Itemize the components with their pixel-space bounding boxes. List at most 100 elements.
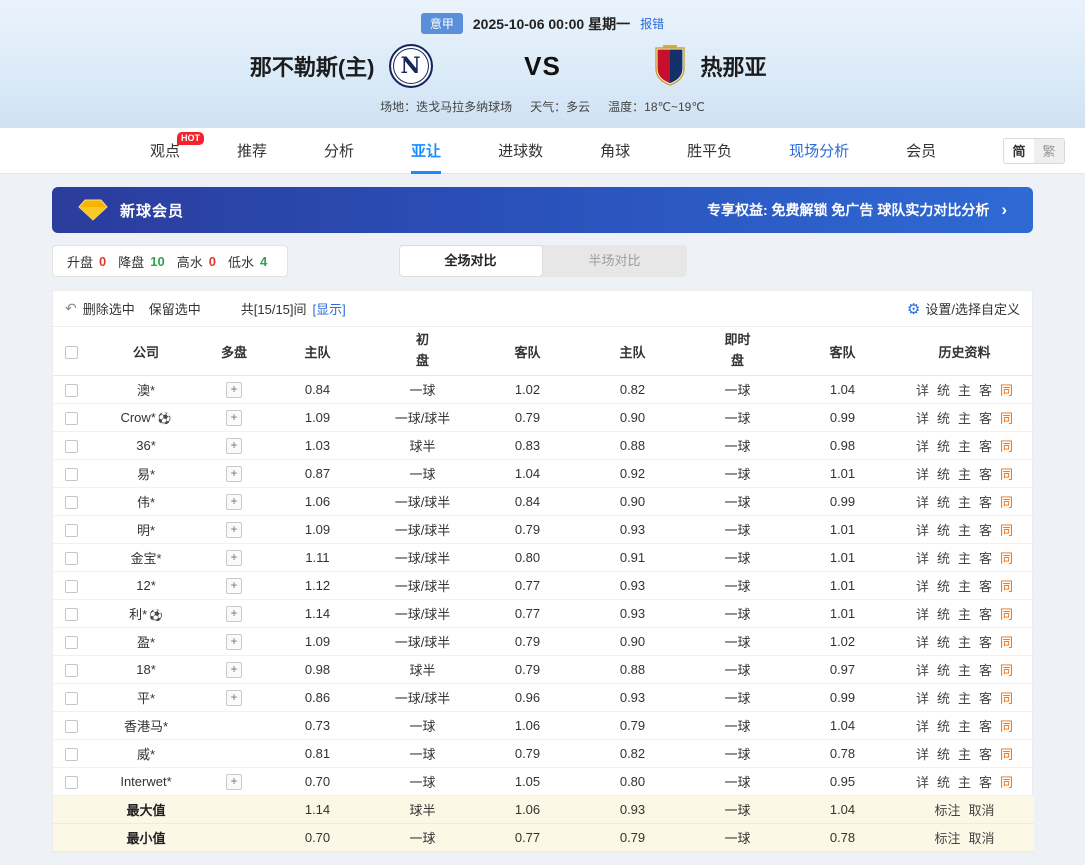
history-link-5[interactable]: 同 bbox=[1000, 579, 1013, 594]
company-cell[interactable]: 平* bbox=[89, 683, 203, 712]
keep-selected-button[interactable]: 保留选中 bbox=[149, 299, 201, 318]
history-link-5[interactable]: 同 bbox=[1000, 607, 1013, 622]
nav-item-asian-handicap[interactable]: 亚让 bbox=[411, 128, 442, 174]
row-checkbox[interactable] bbox=[64, 440, 78, 454]
lang-traditional-button[interactable]: 繁 bbox=[1034, 138, 1064, 163]
report-error-link[interactable]: 报错 bbox=[640, 15, 664, 32]
history-link-1[interactable]: 详 bbox=[916, 411, 929, 426]
history-link-3[interactable]: 主 bbox=[958, 467, 971, 482]
history-link-2[interactable]: 统 bbox=[937, 439, 950, 454]
company-cell[interactable]: 香港马* bbox=[89, 711, 203, 740]
history-link-2[interactable]: 统 bbox=[937, 383, 950, 398]
expand-multi-odds-button[interactable]: + bbox=[226, 577, 242, 594]
history-link-2[interactable]: 统 bbox=[937, 663, 950, 678]
history-link-1[interactable]: 详 bbox=[916, 383, 929, 398]
nav-item-goals[interactable]: 进球数 bbox=[498, 128, 543, 174]
company-cell[interactable]: 易* bbox=[89, 459, 203, 488]
nav-item-analysis[interactable]: 分析 bbox=[324, 128, 354, 174]
history-link-3[interactable]: 主 bbox=[958, 775, 971, 790]
history-link-5[interactable]: 同 bbox=[1000, 551, 1013, 566]
history-link-1[interactable]: 详 bbox=[916, 467, 929, 482]
history-link-4[interactable]: 客 bbox=[979, 551, 992, 566]
row-checkbox[interactable] bbox=[64, 664, 78, 678]
history-link-3[interactable]: 主 bbox=[958, 747, 971, 762]
company-cell[interactable]: 明* bbox=[89, 515, 203, 544]
history-link-2[interactable]: 统 bbox=[937, 607, 950, 622]
expand-multi-odds-button[interactable]: + bbox=[226, 661, 242, 678]
company-cell[interactable]: 12* bbox=[89, 571, 203, 600]
history-link-4[interactable]: 客 bbox=[979, 635, 992, 650]
summary-action-link[interactable]: 取消 bbox=[969, 831, 995, 846]
summary-action-link[interactable]: 取消 bbox=[969, 803, 995, 818]
history-link-1[interactable]: 详 bbox=[916, 691, 929, 706]
history-link-2[interactable]: 统 bbox=[937, 411, 950, 426]
expand-multi-odds-button[interactable]: + bbox=[226, 409, 242, 426]
history-link-1[interactable]: 详 bbox=[916, 495, 929, 510]
history-link-1[interactable]: 详 bbox=[916, 523, 929, 538]
history-link-4[interactable]: 客 bbox=[979, 607, 992, 622]
select-all-checkbox[interactable] bbox=[64, 345, 78, 359]
history-link-4[interactable]: 客 bbox=[979, 579, 992, 594]
expand-multi-odds-button[interactable]: + bbox=[226, 549, 242, 566]
vip-banner[interactable]: 新球会员 专享权益: 免费解锁 免广告 球队实力对比分析 › bbox=[52, 187, 1033, 233]
history-link-5[interactable]: 同 bbox=[1000, 775, 1013, 790]
delete-selected-button[interactable]: 删除选中 bbox=[83, 299, 135, 318]
nav-item-corners[interactable]: 角球 bbox=[600, 128, 630, 174]
history-link-3[interactable]: 主 bbox=[958, 607, 971, 622]
company-cell[interactable]: 威* bbox=[89, 739, 203, 768]
history-link-2[interactable]: 统 bbox=[937, 579, 950, 594]
row-checkbox[interactable] bbox=[64, 776, 78, 790]
nav-item-win-draw-lose[interactable]: 胜平负 bbox=[687, 128, 732, 174]
expand-multi-odds-button[interactable]: + bbox=[226, 773, 242, 790]
history-link-4[interactable]: 客 bbox=[979, 691, 992, 706]
lang-simplified-button[interactable]: 简 bbox=[1004, 138, 1034, 163]
summary-action-link[interactable]: 标注 bbox=[934, 831, 960, 846]
history-link-2[interactable]: 统 bbox=[937, 635, 950, 650]
expand-multi-odds-button[interactable]: + bbox=[226, 605, 242, 622]
company-cell[interactable]: Interwet* bbox=[89, 767, 203, 796]
nav-item-member[interactable]: 会员 bbox=[906, 128, 936, 174]
expand-multi-odds-button[interactable]: + bbox=[226, 381, 242, 398]
history-link-5[interactable]: 同 bbox=[1000, 495, 1013, 510]
company-cell[interactable]: 金宝* bbox=[89, 543, 203, 572]
history-link-3[interactable]: 主 bbox=[958, 579, 971, 594]
tab-half-match[interactable]: 半场对比 bbox=[543, 245, 687, 277]
history-link-2[interactable]: 统 bbox=[937, 523, 950, 538]
history-link-5[interactable]: 同 bbox=[1000, 691, 1013, 706]
history-link-3[interactable]: 主 bbox=[958, 383, 971, 398]
history-link-1[interactable]: 详 bbox=[916, 635, 929, 650]
row-checkbox[interactable] bbox=[64, 636, 78, 650]
expand-multi-odds-button[interactable]: + bbox=[226, 437, 242, 454]
company-cell[interactable]: 盈* bbox=[89, 627, 203, 656]
history-link-1[interactable]: 详 bbox=[916, 551, 929, 566]
history-link-2[interactable]: 统 bbox=[937, 691, 950, 706]
company-cell[interactable]: 利* ⚽ bbox=[89, 599, 203, 628]
history-link-2[interactable]: 统 bbox=[937, 775, 950, 790]
company-cell[interactable]: Crow* ⚽ bbox=[89, 403, 203, 432]
history-link-4[interactable]: 客 bbox=[979, 663, 992, 678]
history-link-1[interactable]: 详 bbox=[916, 719, 929, 734]
history-link-5[interactable]: 同 bbox=[1000, 719, 1013, 734]
row-checkbox[interactable] bbox=[64, 384, 78, 398]
history-link-1[interactable]: 详 bbox=[916, 775, 929, 790]
history-link-3[interactable]: 主 bbox=[958, 719, 971, 734]
history-link-5[interactable]: 同 bbox=[1000, 523, 1013, 538]
company-cell[interactable]: 澳* bbox=[89, 375, 203, 404]
history-link-2[interactable]: 统 bbox=[937, 747, 950, 762]
history-link-2[interactable]: 统 bbox=[937, 495, 950, 510]
row-checkbox[interactable] bbox=[64, 468, 78, 482]
history-link-2[interactable]: 统 bbox=[937, 467, 950, 482]
row-checkbox[interactable] bbox=[64, 412, 78, 426]
company-cell[interactable]: 36* bbox=[89, 431, 203, 460]
history-link-1[interactable]: 详 bbox=[916, 607, 929, 622]
row-checkbox[interactable] bbox=[64, 552, 78, 566]
history-link-5[interactable]: 同 bbox=[1000, 467, 1013, 482]
history-link-4[interactable]: 客 bbox=[979, 383, 992, 398]
row-checkbox[interactable] bbox=[64, 524, 78, 538]
history-link-1[interactable]: 详 bbox=[916, 663, 929, 678]
history-link-4[interactable]: 客 bbox=[979, 411, 992, 426]
history-link-3[interactable]: 主 bbox=[958, 495, 971, 510]
expand-multi-odds-button[interactable]: + bbox=[226, 689, 242, 706]
history-link-4[interactable]: 客 bbox=[979, 439, 992, 454]
history-link-3[interactable]: 主 bbox=[958, 439, 971, 454]
